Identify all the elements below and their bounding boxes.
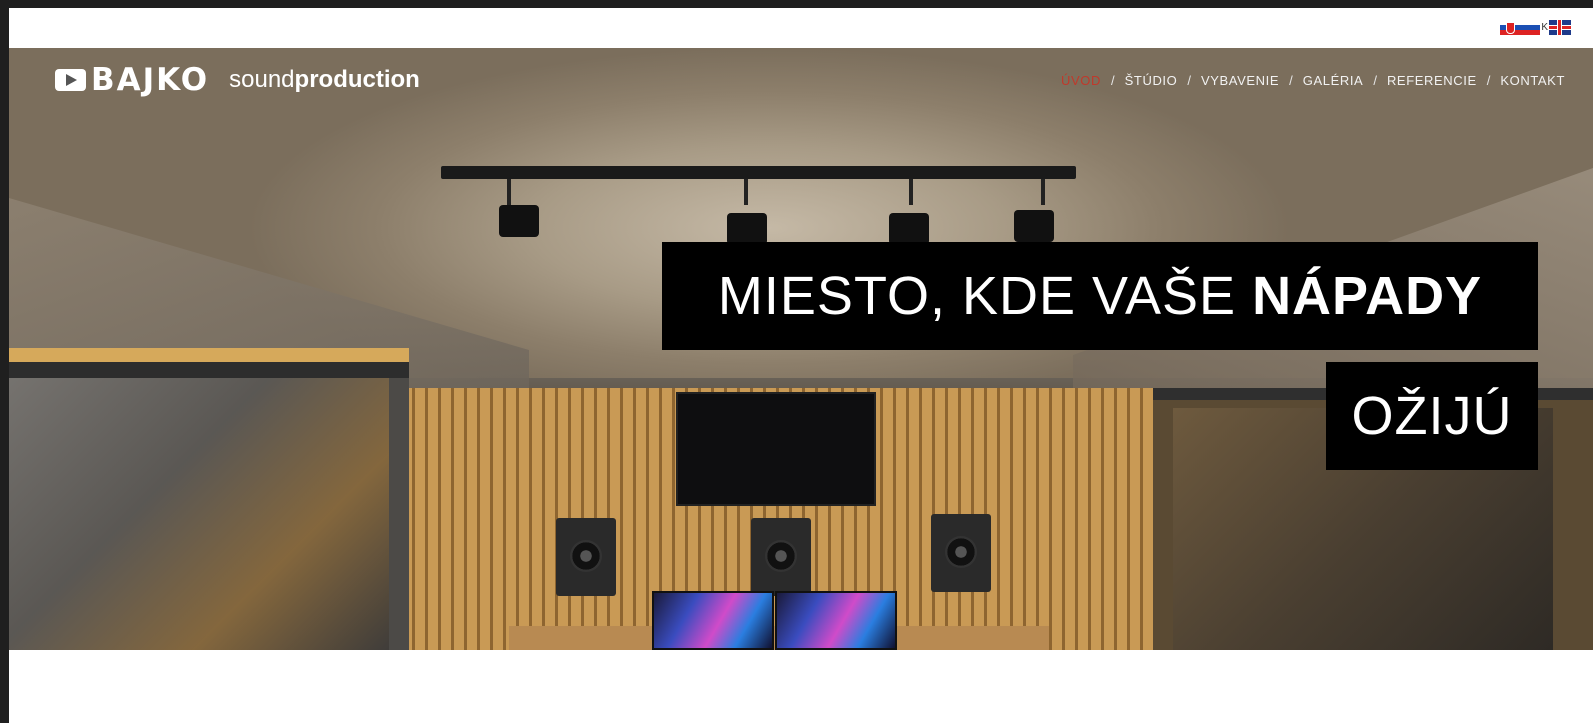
uk-flag-icon[interactable] <box>1549 20 1571 35</box>
headline-light-text: MIESTO, KDE VAŠE <box>717 266 1253 326</box>
nav-item-referencie[interactable]: REFERENCIE <box>1387 73 1477 88</box>
headline-line-2-text: OŽIJÚ <box>1351 386 1513 446</box>
hero-headline-line-2: OŽIJÚ <box>1326 362 1538 470</box>
nav-item-vybavenie[interactable]: VYBAVENIE <box>1201 73 1279 88</box>
main-nav: ÚVOD / ŠTÚDIO / VYBAVENIE / GALÉRIA / RE… <box>1061 73 1565 88</box>
content-area <box>9 650 1593 723</box>
nav-separator: / <box>1486 73 1491 88</box>
nav-separator: / <box>1111 73 1115 88</box>
language-switcher: K <box>1500 20 1571 35</box>
nav-separator: / <box>1187 73 1191 88</box>
brand-tagline: soundproduction <box>229 65 420 95</box>
brand-name: BAJKO <box>91 62 210 98</box>
play-logo-icon <box>55 69 86 91</box>
nav-separator: / <box>1373 73 1377 88</box>
tagline-light: sound <box>229 66 295 93</box>
nav-separator: / <box>1289 73 1293 88</box>
headline-bold-text: NÁPADY <box>1252 266 1483 326</box>
tagline-bold: production <box>294 66 420 93</box>
language-separator: K <box>1541 22 1548 33</box>
slovak-flag-icon[interactable] <box>1500 20 1541 35</box>
nav-item-galeria[interactable]: GALÉRIA <box>1303 73 1364 88</box>
site-logo[interactable]: BAJKO soundproduction <box>55 62 420 98</box>
page: K BAJKO soundproduction ÚVOD / ŠTÚDIO / … <box>9 8 1593 723</box>
nav-item-studio[interactable]: ŠTÚDIO <box>1125 73 1178 88</box>
nav-item-kontakt[interactable]: KONTAKT <box>1500 73 1565 88</box>
nav-item-uvod[interactable]: ÚVOD <box>1061 73 1101 88</box>
language-bar: K <box>9 8 1593 48</box>
hero-headline-line-1: MIESTO, KDE VAŠE NÁPADY <box>662 242 1538 350</box>
